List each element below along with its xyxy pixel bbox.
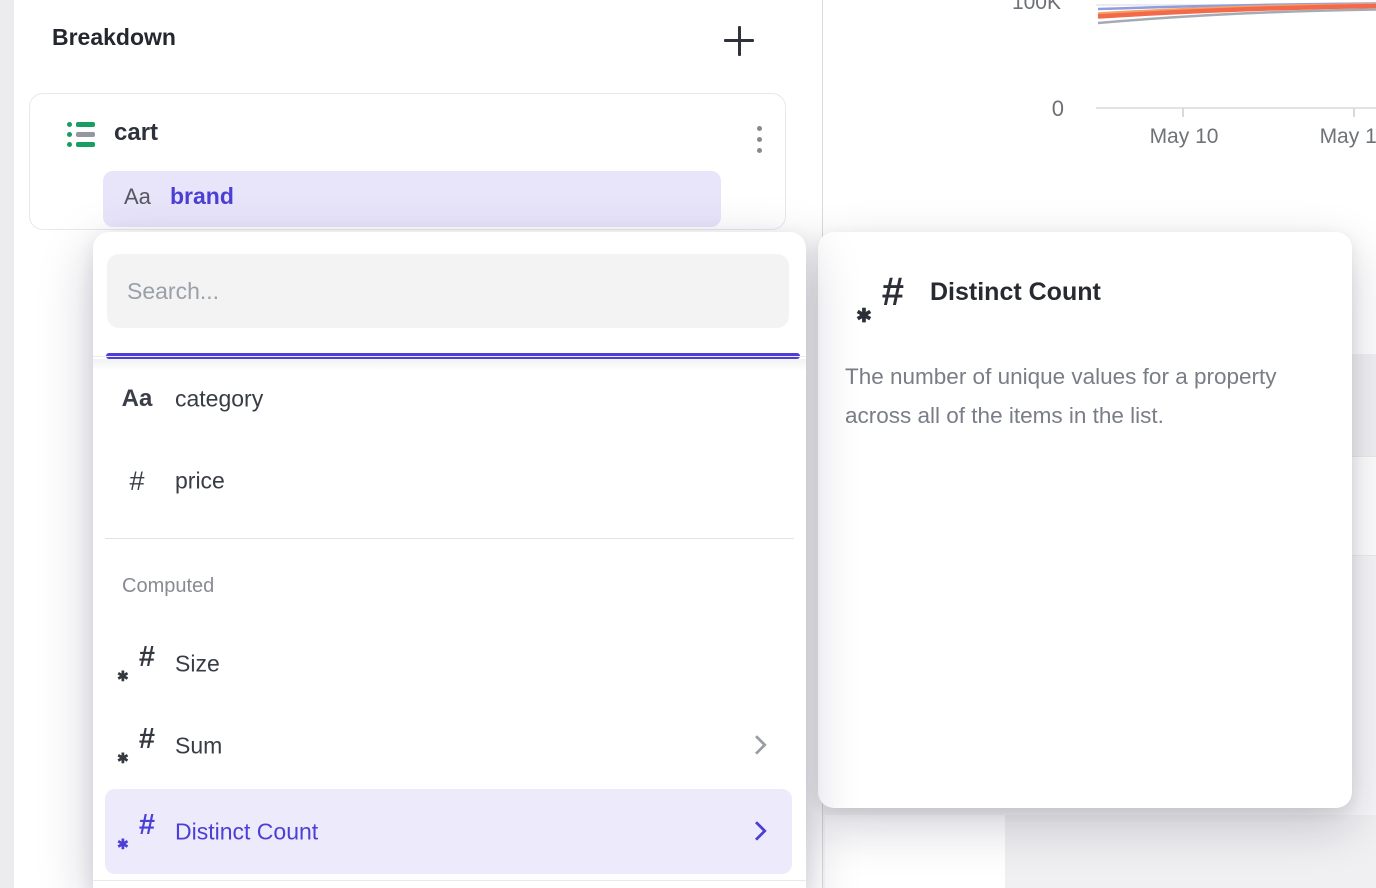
string-type-icon: Aa (115, 358, 159, 440)
report-table-cell-gray (1005, 815, 1376, 888)
section-divider (105, 538, 794, 539)
header-divider (93, 356, 806, 357)
property-option-label: price (175, 468, 225, 495)
x-axis-label-may10: May 10 (1134, 125, 1234, 149)
popover-title: Distinct Count (930, 278, 1101, 307)
selected-breakdown-property[interactable]: Aa brand (103, 171, 721, 227)
star-glyph: ✱ (117, 836, 129, 853)
x-axis-tickmark (1182, 108, 1184, 117)
search-box (107, 254, 789, 328)
star-glyph: ✱ (856, 305, 872, 328)
computed-number-icon: # ✱ (113, 622, 161, 706)
x-axis-line (1096, 107, 1376, 109)
computed-option-distinct-count[interactable]: # ✱ Distinct Count (105, 789, 792, 874)
plus-icon (738, 26, 741, 56)
computed-option-label: Distinct Count (175, 818, 318, 845)
search-input[interactable] (107, 254, 789, 328)
property-option-category[interactable]: Aa category (105, 358, 792, 440)
hash-glyph: # (882, 270, 904, 315)
report-table-cell-white (825, 815, 1005, 888)
list-property-icon (67, 121, 95, 148)
submenu-chevron-icon (747, 820, 767, 840)
computed-section-label: Computed (122, 575, 214, 598)
submenu-chevron-icon (747, 735, 767, 755)
property-select-dropdown: Aa category # price Computed # ✱ Size # … (93, 232, 806, 888)
star-glyph: ✱ (117, 668, 129, 685)
popover-description: The number of unique values for a proper… (845, 358, 1327, 435)
breakdown-card: cart Aa brand (29, 93, 786, 230)
computed-option-label: Sum (175, 733, 222, 760)
y-axis-tick-100k: 100K (823, 0, 1061, 15)
app-window: 100K 0 May 10 May 17 Breakdown cart Aa (0, 0, 1376, 888)
function-description-popover: # ✱ Distinct Count The number of unique … (818, 232, 1352, 808)
string-type-icon: Aa (124, 184, 151, 210)
hash-glyph: # (139, 809, 155, 842)
breakdown-section-title: Breakdown (52, 24, 176, 51)
hash-glyph: # (139, 641, 155, 674)
x-axis-label-may17: May 17 (1304, 125, 1376, 149)
y-axis-tick-0: 0 (823, 96, 1064, 122)
star-glyph: ✱ (117, 750, 129, 767)
property-option-label: category (175, 386, 263, 413)
add-breakdown-button[interactable] (720, 22, 758, 60)
selected-breakdown-label: brand (170, 183, 234, 210)
hash-glyph: # (139, 723, 155, 756)
computed-option-label: Size (175, 651, 220, 678)
property-group-name: cart (114, 119, 158, 147)
x-axis-tickmark (1353, 108, 1355, 117)
computed-option-size[interactable]: # ✱ Size (105, 622, 792, 706)
number-type-icon: # (115, 440, 159, 522)
computed-option-sum[interactable]: # ✱ Sum (105, 704, 792, 788)
property-option-price[interactable]: # price (105, 440, 792, 522)
computed-number-icon: # ✱ (113, 789, 161, 874)
list-bottom-divider (93, 880, 806, 881)
computed-number-icon: # ✱ (113, 704, 161, 788)
breakdown-options-button[interactable] (747, 119, 771, 159)
computed-number-icon: # ✱ (856, 276, 906, 328)
